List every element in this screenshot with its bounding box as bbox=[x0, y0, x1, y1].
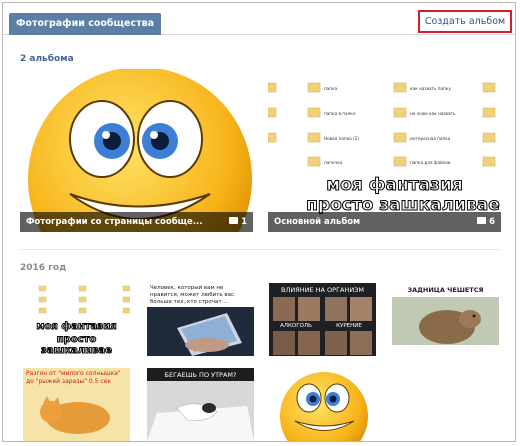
fantasy-text-line2: просто зашкаливае bbox=[41, 334, 113, 357]
folder-label: папочка bbox=[324, 160, 343, 165]
folder-label: интересная папка bbox=[410, 136, 451, 141]
photo-count-value: 1 bbox=[241, 217, 247, 227]
fantasy-text-line1: моя фантазия bbox=[36, 321, 117, 333]
year-section-title: 2016 год bbox=[20, 263, 67, 273]
photo-thumbnail[interactable]: БЕГАЕШЬ ПО УТРАМ? bbox=[147, 368, 254, 441]
photo-thumbnail[interactable]: ЗАДНИЦА ЧЕШЕТСЯ К ВЕСЁЛЫМ ПРИКЛЮЧЕНИЯМ bbox=[392, 283, 499, 356]
tab-community-photos[interactable]: Фотографии сообщества bbox=[9, 13, 162, 35]
photo-thumbnail[interactable]: моя фантазия просто зашкаливае bbox=[23, 283, 130, 356]
folder-label: не знаю как назвать bbox=[410, 111, 456, 116]
smiley-image bbox=[280, 372, 368, 441]
folder-label: как назвать папку bbox=[410, 86, 451, 91]
album-card-main-album[interactable]: папка как назвать папку папка в папке не… bbox=[268, 69, 501, 232]
album-caption: Основной альбом 6 bbox=[268, 212, 501, 232]
folder-label: папка для файлов bbox=[410, 160, 451, 165]
cat-caption: Разгон от "милого солнышка" до "рыжей за… bbox=[26, 370, 121, 385]
header-bar: Фотографии сообщества Создать альбом bbox=[3, 3, 515, 35]
photo-thumbnail[interactable]: Человек, который вам не нравится, может … bbox=[147, 283, 254, 356]
camera-icon bbox=[477, 217, 487, 224]
fantasy-text-line1: моя фантазия bbox=[326, 175, 464, 196]
photo-count-value: 6 bbox=[489, 217, 495, 227]
photo-count: 1 bbox=[229, 212, 247, 232]
folder-label: папка в папке bbox=[324, 111, 356, 116]
album-title: Основной альбом bbox=[274, 217, 361, 227]
faces-image bbox=[273, 297, 372, 355]
photo-count: 6 bbox=[477, 212, 495, 232]
phone-image bbox=[147, 307, 254, 356]
photo-thumbnail[interactable]: Разгон от "милого солнышка" до "рыжей за… bbox=[23, 368, 130, 441]
photo-thumbnail[interactable]: ВЛИЯНИЕ НА ОРГАНИЗМ АЛКОГОЛЬ КУРЕНИЕ bbox=[269, 283, 376, 356]
folder-label: Новая папка (2) bbox=[324, 136, 359, 141]
organism-label-alcohol: АЛКОГОЛЬ bbox=[280, 323, 312, 329]
photo-thumbnail[interactable] bbox=[269, 368, 376, 441]
album-title: Фотографии со страницы сообще... bbox=[26, 217, 203, 227]
organism-label-smoking: КУРЕНИЕ bbox=[336, 323, 362, 329]
marmot-bottom-text: К ВЕСЁЛЫМ ПРИКЛЮЧЕНИЯМ bbox=[402, 346, 489, 352]
camera-icon bbox=[229, 217, 239, 224]
albums-section-title: 2 альбома bbox=[20, 54, 74, 64]
album-caption: Фотографии со страницы сообще... 1 bbox=[20, 212, 253, 232]
album-card-community-page-photos[interactable]: Фотографии со страницы сообще... 1 bbox=[20, 69, 253, 232]
folder-label: папка bbox=[324, 86, 338, 91]
community-photos-panel: Фотографии сообщества Создать альбом 2 а… bbox=[2, 2, 516, 442]
bed-image bbox=[147, 381, 254, 441]
section-divider bbox=[20, 249, 501, 250]
create-album-button[interactable]: Создать альбом bbox=[418, 10, 512, 33]
smiley-image bbox=[20, 69, 253, 232]
